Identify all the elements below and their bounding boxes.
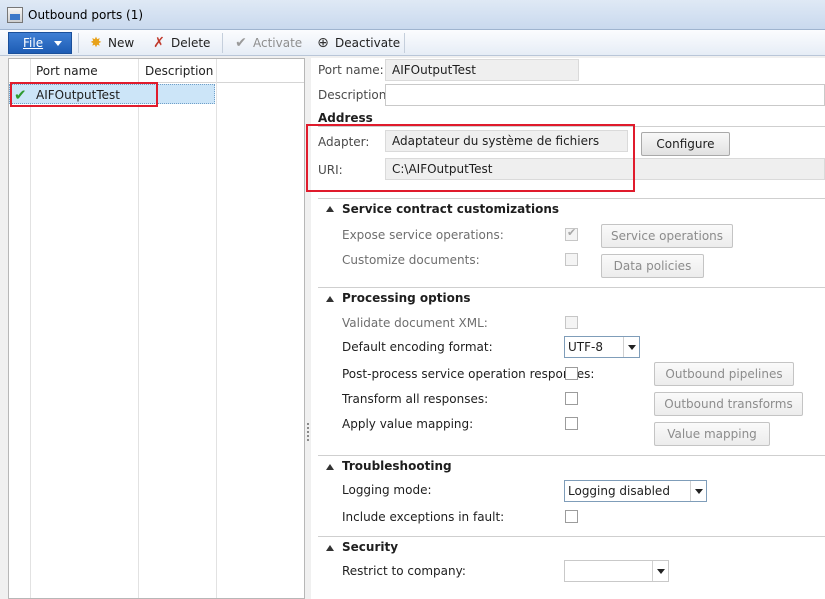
customize-documents-checkbox[interactable] [565,253,578,266]
chevron-down-icon [690,481,706,501]
activate-button-label: Activate [253,36,303,50]
include-exceptions-label: Include exceptions in fault: [342,510,505,524]
collapse-triangle-icon[interactable] [326,545,334,551]
restrict-company-label: Restrict to company: [342,564,466,578]
adapter-field[interactable]: Adaptateur du système de fichiers [385,130,628,152]
outbound-pipelines-button[interactable]: Outbound pipelines [654,362,794,386]
service-contract-title[interactable]: Service contract customizations [342,202,559,216]
table-row[interactable]: ✔ AIFOutputTest [9,84,215,104]
value-mapping-button[interactable]: Value mapping [654,422,770,446]
active-check-icon: ✔ [14,86,27,104]
validate-xml-label: Validate document XML: [342,316,488,330]
address-divider [318,126,825,127]
column-header-description[interactable]: Description [145,64,213,78]
toolbar-separator [404,33,405,53]
delete-button[interactable]: ✗ Delete [151,34,211,52]
value-mapping-label: Apply value mapping: [342,417,474,431]
address-title: Address [318,111,373,125]
delete-button-label: Delete [171,36,211,50]
logging-mode-label: Logging mode: [342,483,432,497]
security-title[interactable]: Security [342,540,398,554]
section-divider [318,536,825,537]
encoding-format-value: UTF-8 [568,340,603,354]
port-name-cell: AIFOutputTest [36,88,120,102]
window-title: Outbound ports (1) [28,8,144,22]
description-field[interactable] [385,84,825,106]
deactivate-button-label: Deactivate [335,36,401,50]
grid-divider [30,59,31,598]
troubleshooting-title[interactable]: Troubleshooting [342,459,452,473]
toolbar-separator [78,33,79,53]
activate-button[interactable]: ✔ Activate [233,34,303,52]
checkmark-icon: ✔ [567,226,577,239]
section-divider [318,198,825,199]
restrict-company-dropdown[interactable] [564,560,669,582]
logging-mode-dropdown[interactable]: Logging disabled [564,480,707,502]
service-operations-button[interactable]: Service operations [601,224,733,248]
adapter-label: Adapter: [318,135,370,149]
column-header-port-name[interactable]: Port name [36,64,98,78]
encoding-format-label: Default encoding format: [342,340,493,354]
value-mapping-checkbox[interactable] [565,417,578,430]
new-button[interactable]: ✸ New [88,34,136,52]
processing-options-title[interactable]: Processing options [342,291,471,305]
uri-field[interactable]: C:\AIFOutputTest [385,158,825,180]
grid-header: Port name Description [9,59,304,83]
postprocess-checkbox[interactable] [565,367,578,380]
configure-button[interactable]: Configure [641,132,730,156]
collapse-triangle-icon[interactable] [326,464,334,470]
new-star-icon: ✸ [90,35,102,51]
encoding-format-dropdown[interactable]: UTF-8 [564,336,640,358]
action-pane: File ✸ New ✗ Delete ✔ Activate ⊕ Deactiv… [0,30,825,56]
description-label: Description: [318,88,391,102]
outbound-transforms-button[interactable]: Outbound transforms [654,392,803,416]
splitter-grip-icon [307,423,309,441]
ports-grid: Port name Description ✔ AIFOutputTest [8,58,305,599]
pane-splitter[interactable] [306,58,310,599]
transform-responses-label: Transform all responses: [342,392,489,406]
deactivate-button[interactable]: ⊕ Deactivate [315,34,400,52]
expose-operations-checkbox[interactable]: ✔ [565,226,578,241]
application-icon [7,7,23,23]
collapse-triangle-icon[interactable] [326,206,334,212]
section-divider [318,455,825,456]
section-divider [318,287,825,288]
include-exceptions-checkbox[interactable] [565,510,578,523]
collapse-triangle-icon[interactable] [326,296,334,302]
port-name-field[interactable]: AIFOutputTest [385,59,579,81]
details-pane: Port name: AIFOutputTest Description: Ad… [306,58,825,599]
validate-xml-checkbox[interactable] [565,316,578,329]
checkmark-icon: ✔ [235,35,247,51]
port-name-label: Port name: [318,63,384,77]
uri-label: URI: [318,163,343,177]
toolbar-separator [222,33,223,53]
data-policies-button[interactable]: Data policies [601,254,704,278]
deactivate-circle-arrow-icon: ⊕ [317,35,329,51]
chevron-down-icon [54,41,62,46]
expose-operations-label: Expose service operations: [342,228,504,242]
grid-divider [216,59,217,598]
title-bar: Outbound ports (1) [0,0,825,30]
logging-mode-value: Logging disabled [568,484,670,498]
file-menu-label: File [23,36,44,50]
grid-divider [138,59,139,598]
postprocess-label: Post-process service operation responses… [342,367,595,381]
file-menu-button[interactable]: File [8,32,72,54]
chevron-down-icon [652,561,668,581]
delete-x-icon: ✗ [153,35,165,51]
new-button-label: New [108,36,135,50]
chevron-down-icon [623,337,639,357]
customize-documents-label: Customize documents: [342,253,480,267]
transform-responses-checkbox[interactable] [565,392,578,405]
